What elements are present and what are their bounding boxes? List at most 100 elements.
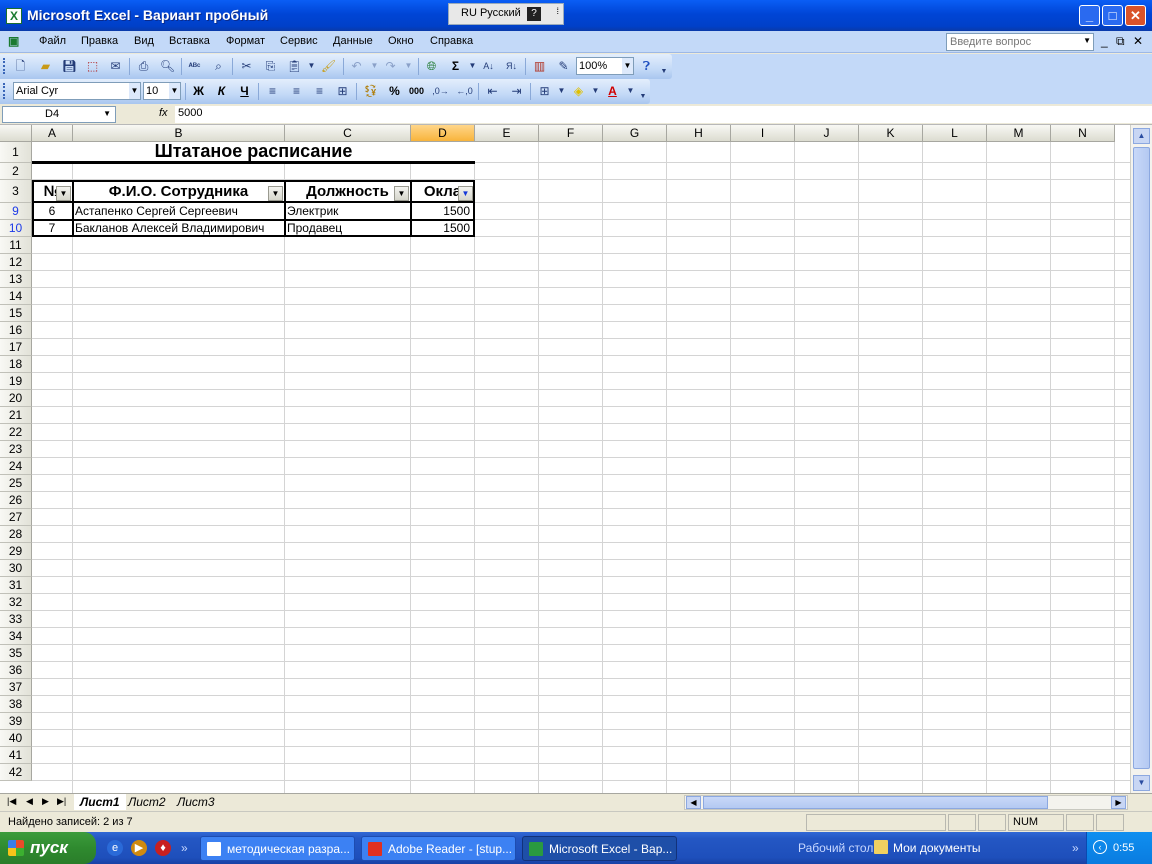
start-button[interactable]: пуск bbox=[0, 832, 96, 864]
last-sheet-icon[interactable]: ▶| bbox=[57, 796, 66, 807]
formula-input[interactable]: 5000 bbox=[175, 106, 1152, 123]
column-header-a[interactable]: A bbox=[32, 125, 73, 142]
media-player-icon[interactable]: ▶ bbox=[131, 840, 147, 856]
permission-icon[interactable]: ⬚ bbox=[84, 58, 101, 74]
currency-icon[interactable]: 💱︎ bbox=[362, 83, 379, 99]
sheet-tab-2[interactable]: Лист2 bbox=[122, 794, 172, 810]
spelling-icon[interactable]: ᴬᴮᶜ bbox=[186, 58, 203, 74]
horizontal-scrollbar[interactable]: ◀ ▶ bbox=[684, 795, 1128, 810]
menu-tools[interactable]: Сервис bbox=[280, 35, 318, 47]
chart-wizard-icon[interactable]: ▥ bbox=[531, 58, 548, 74]
menu-window[interactable]: Окно bbox=[388, 35, 414, 47]
quicklaunch-app-icon[interactable]: ♦ bbox=[155, 840, 171, 856]
row-header-15[interactable]: 15 bbox=[0, 305, 32, 322]
maximize-button[interactable]: □ bbox=[1102, 5, 1123, 26]
row-header-41[interactable]: 41 bbox=[0, 747, 32, 764]
scroll-right-icon[interactable]: ▶ bbox=[1111, 796, 1126, 809]
autofilter-dropdown-icon[interactable]: ▼ bbox=[268, 186, 283, 201]
menu-data[interactable]: Данные bbox=[333, 35, 373, 47]
select-all-corner[interactable] bbox=[0, 125, 32, 142]
percent-icon[interactable]: % bbox=[386, 83, 403, 99]
row-header-32[interactable]: 32 bbox=[0, 594, 32, 611]
autosum-icon[interactable]: Σ bbox=[447, 58, 464, 74]
merge-center-icon[interactable]: ⊞ bbox=[334, 83, 351, 99]
langbar-options-icon[interactable]: ⁞ bbox=[556, 6, 559, 16]
worksheet-grid[interactable]: A B C D E F G H I J K L M N 1 2 3 9 10 11 12 13 14 15 16 17 18 19 20… bbox=[0, 125, 1130, 793]
row-header-40[interactable]: 40 bbox=[0, 730, 32, 747]
align-left-icon[interactable]: ≡ bbox=[264, 83, 281, 99]
row-header-33[interactable]: 33 bbox=[0, 611, 32, 628]
column-header-k[interactable]: K bbox=[859, 125, 923, 142]
column-header-i[interactable]: I bbox=[731, 125, 795, 142]
font-color-dropdown-icon[interactable]: ▼ bbox=[622, 83, 639, 99]
copy-icon[interactable]: ⎘ bbox=[262, 58, 279, 74]
save-icon[interactable]: 💾︎ bbox=[61, 58, 78, 74]
tray-expand-icon[interactable]: ‹ bbox=[1093, 840, 1107, 854]
row-header-26[interactable]: 26 bbox=[0, 492, 32, 509]
column-header-c[interactable]: C bbox=[285, 125, 411, 142]
scroll-down-icon[interactable]: ▼ bbox=[1133, 775, 1150, 791]
doc-close-button[interactable]: ✕ bbox=[1133, 34, 1143, 48]
next-sheet-icon[interactable]: ▶ bbox=[42, 796, 49, 807]
zoom-select[interactable]: 100% ▼ bbox=[576, 57, 634, 75]
task-word[interactable]: методическая разра... bbox=[200, 836, 355, 861]
row-header-14[interactable]: 14 bbox=[0, 288, 32, 305]
open-icon[interactable]: ▰ bbox=[37, 58, 54, 74]
column-header-b[interactable]: B bbox=[73, 125, 285, 142]
task-excel[interactable]: Microsoft Excel - Вар... bbox=[522, 836, 677, 861]
scroll-up-icon[interactable]: ▲ bbox=[1133, 128, 1150, 144]
drawing-icon[interactable]: ✎ bbox=[555, 58, 572, 74]
italic-button[interactable]: К bbox=[213, 83, 230, 99]
row-header-28[interactable]: 28 bbox=[0, 526, 32, 543]
row-header-38[interactable]: 38 bbox=[0, 696, 32, 713]
row-header-35[interactable]: 35 bbox=[0, 645, 32, 662]
my-documents-toolbar[interactable]: Мои документы bbox=[893, 841, 980, 855]
menu-format[interactable]: Формат bbox=[226, 35, 265, 47]
undo-dropdown-icon[interactable]: ▼ bbox=[366, 58, 383, 74]
row-header-24[interactable]: 24 bbox=[0, 458, 32, 475]
row-header-25[interactable]: 25 bbox=[0, 475, 32, 492]
redo-icon[interactable]: ↷ bbox=[382, 58, 399, 74]
autofilter-dropdown-icon[interactable]: ▼ bbox=[458, 186, 473, 201]
row-header-37[interactable]: 37 bbox=[0, 679, 32, 696]
cut-icon[interactable]: ✂ bbox=[238, 58, 255, 74]
column-header-g[interactable]: G bbox=[603, 125, 667, 142]
column-header-f[interactable]: F bbox=[539, 125, 603, 142]
row-header-2[interactable]: 2 bbox=[0, 163, 32, 180]
column-header-h[interactable]: H bbox=[667, 125, 731, 142]
chevron-down-icon[interactable]: ▼ bbox=[1083, 36, 1091, 45]
bold-button[interactable]: Ж bbox=[190, 83, 207, 99]
menu-view[interactable]: Вид bbox=[134, 35, 154, 47]
borders-icon[interactable]: ⊞ bbox=[536, 83, 553, 99]
new-icon[interactable]: 🗋 bbox=[12, 58, 29, 74]
thousands-icon[interactable]: 000 bbox=[408, 83, 425, 99]
excel-app-icon[interactable] bbox=[6, 8, 22, 24]
row-header-29[interactable]: 29 bbox=[0, 543, 32, 560]
row-header-27[interactable]: 27 bbox=[0, 509, 32, 526]
vertical-scroll-thumb[interactable] bbox=[1133, 147, 1150, 769]
paste-options-icon[interactable]: ▼ bbox=[303, 58, 320, 74]
column-header-j[interactable]: J bbox=[795, 125, 859, 142]
column-header-m[interactable]: M bbox=[987, 125, 1051, 142]
row-header-39[interactable]: 39 bbox=[0, 713, 32, 730]
increase-indent-icon[interactable]: ⇥ bbox=[508, 83, 525, 99]
paste-icon[interactable]: 📋︎ bbox=[286, 58, 303, 74]
underline-button[interactable]: Ч bbox=[236, 83, 253, 99]
help-icon[interactable]: ❓︎ bbox=[638, 58, 655, 74]
quicklaunch-expand-icon[interactable]: » bbox=[181, 841, 188, 855]
font-color-icon[interactable]: A bbox=[604, 83, 621, 99]
print-preview-icon[interactable]: 🔍︎ bbox=[159, 58, 176, 74]
sheet-tab-1[interactable]: Лист1 bbox=[74, 794, 126, 810]
menu-help[interactable]: Справка bbox=[430, 35, 473, 47]
doc-minimize-button[interactable]: _ bbox=[1101, 34, 1108, 48]
close-button[interactable]: ✕ bbox=[1125, 5, 1146, 26]
row-header-34[interactable]: 34 bbox=[0, 628, 32, 645]
menu-file[interactable]: Файл bbox=[39, 35, 66, 47]
increase-decimal-icon[interactable]: ,0→ bbox=[432, 83, 449, 99]
column-header-l[interactable]: L bbox=[923, 125, 987, 142]
format-painter-icon[interactable]: 🖌︎ bbox=[320, 58, 337, 74]
row-header-13[interactable]: 13 bbox=[0, 271, 32, 288]
row-header-36[interactable]: 36 bbox=[0, 662, 32, 679]
help-question-icon[interactable]: ? bbox=[527, 7, 541, 21]
row-header-20[interactable]: 20 bbox=[0, 390, 32, 407]
